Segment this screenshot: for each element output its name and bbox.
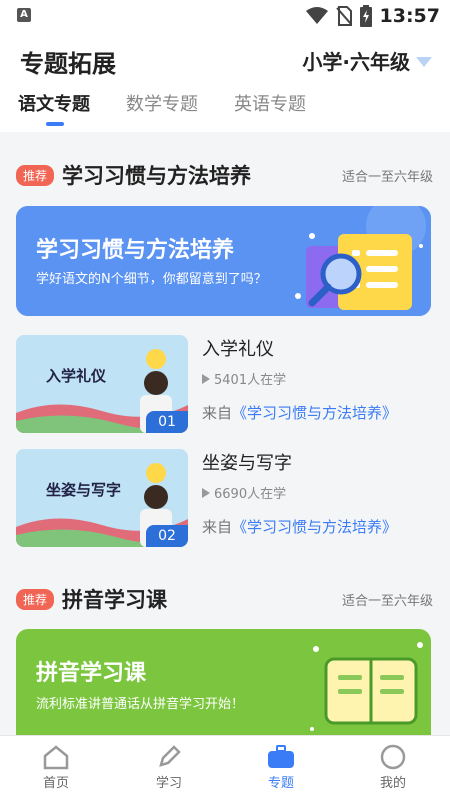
nav-home[interactable]: 首页 bbox=[21, 742, 91, 791]
topic-list[interactable]: 推荐 学习习惯与方法培养 适合一至六年级 学习习惯与方法培养 学好语文的N个细节… bbox=[0, 132, 450, 735]
pen-icon bbox=[134, 742, 204, 772]
nav-study[interactable]: 学习 bbox=[134, 742, 204, 791]
episode-number: 02 bbox=[146, 525, 188, 547]
tab-english[interactable]: 英语专题 bbox=[234, 90, 306, 116]
course-info: 入学礼仪 5401人在学 来自《学习习惯与方法培养》 bbox=[202, 335, 397, 423]
banner-title: 学习习惯与方法培养 bbox=[36, 238, 235, 263]
banner-subtitle: 学好语文的N个细节，你都留意到了吗？ bbox=[36, 272, 267, 287]
course-info: 坐姿与写字 6690人在学 来自《学习习惯与方法培养》 bbox=[202, 449, 397, 537]
course-thumbnail: 坐姿与写字 02 bbox=[16, 449, 188, 547]
status-icons: 13:57 bbox=[305, 4, 440, 28]
clock: 13:57 bbox=[379, 5, 440, 27]
chevron-down-icon bbox=[416, 56, 432, 67]
banner-title: 拼音学习课 bbox=[36, 661, 147, 686]
grade-selector[interactable]: 小学·六年级 bbox=[302, 46, 432, 75]
suitable-grades: 适合一至六年级 bbox=[341, 594, 433, 609]
course-item[interactable]: 坐姿与写字 02 坐姿与写字 6690人在学 来自《学习习惯与方法培养》 bbox=[16, 449, 431, 547]
header: 专题拓展 小学·六年级 语文专题 数学专题 英语专题 bbox=[0, 32, 450, 132]
topic-banner[interactable]: 学习习惯与方法培养 学好语文的N个细节，你都留意到了吗？ bbox=[16, 206, 431, 316]
bottom-nav: 首页 学习 专题 我的 bbox=[0, 735, 450, 801]
recommend-badge: 推荐 bbox=[16, 588, 55, 610]
notification-icon: A bbox=[17, 8, 31, 22]
section-title: 拼音学习课 bbox=[62, 588, 168, 612]
section-header: 推荐 学习习惯与方法培养 bbox=[16, 160, 251, 190]
user-icon bbox=[358, 742, 428, 772]
thumbnail-label: 坐姿与写字 bbox=[46, 481, 122, 499]
course-source: 来自《学习习惯与方法培养》 bbox=[202, 518, 398, 536]
play-icon bbox=[202, 487, 210, 498]
section-header: 推荐 拼音学习课 bbox=[16, 584, 167, 614]
topic-banner[interactable]: 拼音学习课 流利标准讲普通话从拼音学习开始！ bbox=[16, 629, 431, 735]
suitable-grades: 适合一至六年级 bbox=[341, 170, 433, 185]
episode-number: 01 bbox=[146, 411, 188, 433]
thumbnail-label: 入学礼仪 bbox=[46, 367, 107, 385]
grade-label: 小学·六年级 bbox=[302, 50, 410, 74]
nav-topics[interactable]: 专题 bbox=[246, 742, 316, 791]
course-item[interactable]: 入学礼仪 01 入学礼仪 5401人在学 来自《学习习惯与方法培养》 bbox=[16, 335, 431, 433]
status-bar: A 13:57 bbox=[0, 0, 450, 32]
subject-tabs: 语文专题 数学专题 英语专题 bbox=[18, 90, 306, 126]
learner-count: 5401人在学 bbox=[202, 369, 397, 388]
nav-label: 首页 bbox=[42, 776, 69, 791]
course-name: 入学礼仪 bbox=[202, 339, 274, 360]
tab-math[interactable]: 数学专题 bbox=[126, 90, 198, 116]
banner-subtitle: 流利标准讲普通话从拼音学习开始！ bbox=[36, 697, 245, 712]
course-name: 坐姿与写字 bbox=[202, 453, 292, 474]
nav-label: 我的 bbox=[379, 776, 406, 791]
course-thumbnail: 入学礼仪 01 bbox=[16, 335, 188, 433]
wifi-icon bbox=[305, 7, 328, 24]
section-title: 学习习惯与方法培养 bbox=[62, 164, 252, 188]
nav-mine[interactable]: 我的 bbox=[358, 742, 428, 791]
learner-count: 6690人在学 bbox=[202, 483, 397, 502]
source-link[interactable]: 《学习习惯与方法培养》 bbox=[232, 518, 397, 536]
course-source: 来自《学习习惯与方法培养》 bbox=[202, 404, 398, 422]
nav-label: 学习 bbox=[155, 776, 182, 791]
no-sim-icon bbox=[335, 6, 352, 26]
play-icon bbox=[202, 373, 210, 384]
recommend-badge: 推荐 bbox=[16, 164, 55, 186]
tab-chinese[interactable]: 语文专题 bbox=[18, 90, 90, 126]
briefcase-icon bbox=[246, 742, 316, 772]
page-title: 专题拓展 bbox=[20, 50, 116, 78]
nav-label: 专题 bbox=[267, 776, 294, 791]
battery-icon bbox=[359, 5, 372, 27]
source-link[interactable]: 《学习习惯与方法培养》 bbox=[232, 404, 397, 422]
home-icon bbox=[21, 742, 91, 772]
